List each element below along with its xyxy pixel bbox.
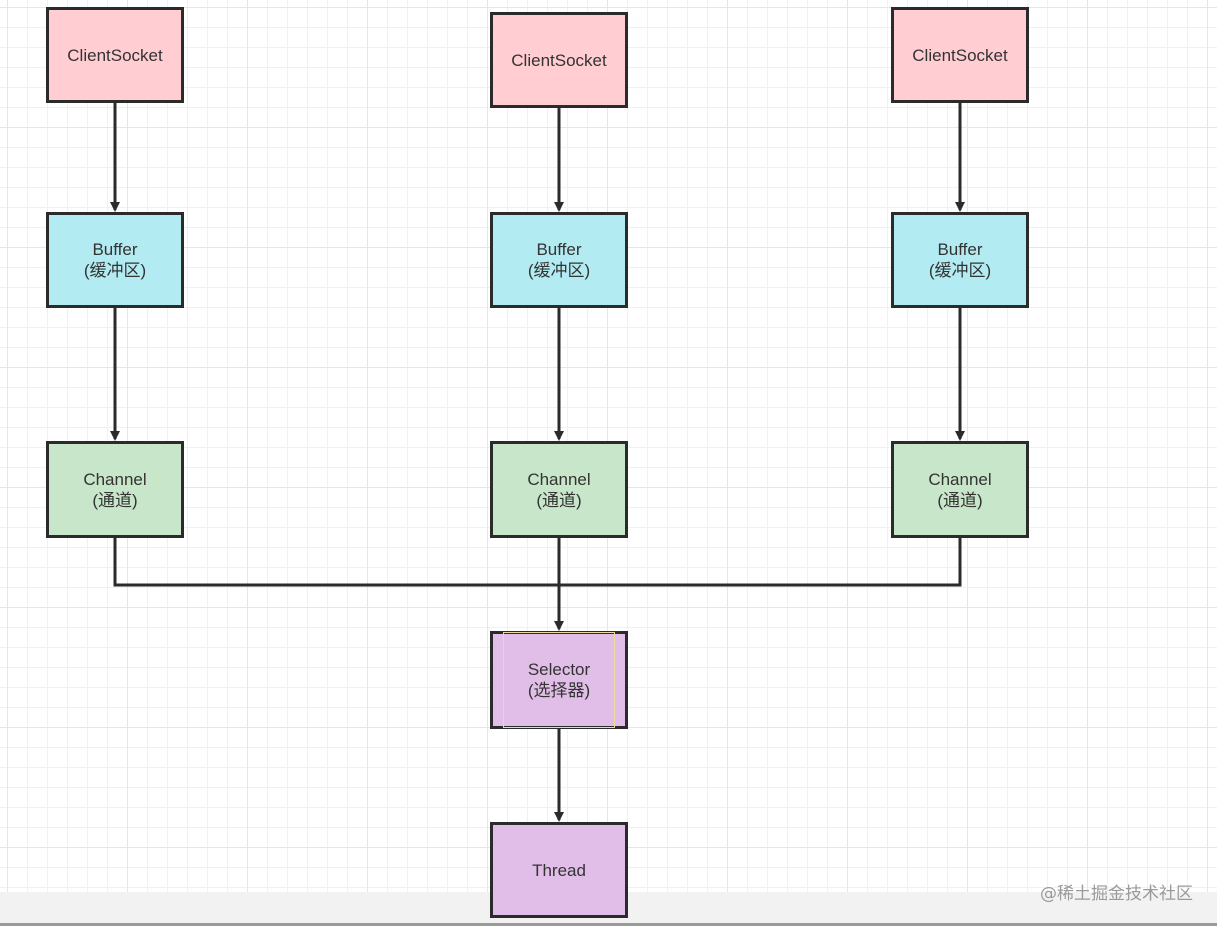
connector-channel1-merge: [113, 538, 559, 587]
node-label: ClientSocket: [511, 50, 607, 70]
node-sublabel: (通道): [536, 490, 582, 510]
node-sublabel: (缓冲区): [83, 261, 147, 280]
node-sublabel: (缓冲区): [928, 261, 992, 280]
client-socket-node-2[interactable]: ClientSocket: [490, 12, 628, 108]
node-sublabel: (缓冲区): [527, 261, 591, 280]
node-label: ClientSocket: [912, 45, 1008, 65]
client-socket-node-3[interactable]: ClientSocket: [891, 7, 1029, 103]
node-label: Buffer: [92, 240, 138, 259]
buffer-node-2[interactable]: Buffer (缓冲区): [490, 212, 628, 308]
node-label: Thread: [532, 860, 586, 880]
watermark: @稀土掘金技术社区: [1040, 884, 1193, 904]
channel-node-1[interactable]: Channel (通道): [46, 441, 184, 538]
channel-node-2[interactable]: Channel (通道): [490, 441, 628, 538]
node-sublabel: (通道): [92, 490, 138, 510]
node-label: Channel: [527, 469, 591, 489]
client-socket-node-1[interactable]: ClientSocket: [46, 7, 184, 103]
buffer-node-1[interactable]: Buffer (缓冲区): [46, 212, 184, 308]
node-label: Buffer: [937, 240, 983, 259]
channel-node-3[interactable]: Channel (通道): [891, 441, 1029, 538]
thread-node-overlay: Thread: [490, 822, 628, 918]
node-sublabel: (通道): [937, 490, 983, 510]
buffer-node-3[interactable]: Buffer (缓冲区): [891, 212, 1029, 308]
node-label: Buffer: [536, 240, 582, 259]
node-label: Channel: [83, 469, 147, 489]
node-label: ClientSocket: [67, 45, 163, 65]
node-label: Channel: [928, 469, 992, 489]
node-sublabel: (选择器): [527, 681, 591, 700]
connector-channel3-merge: [559, 538, 962, 587]
selector-node[interactable]: Selector (选择器): [490, 631, 628, 729]
node-label: Selector: [527, 660, 591, 679]
